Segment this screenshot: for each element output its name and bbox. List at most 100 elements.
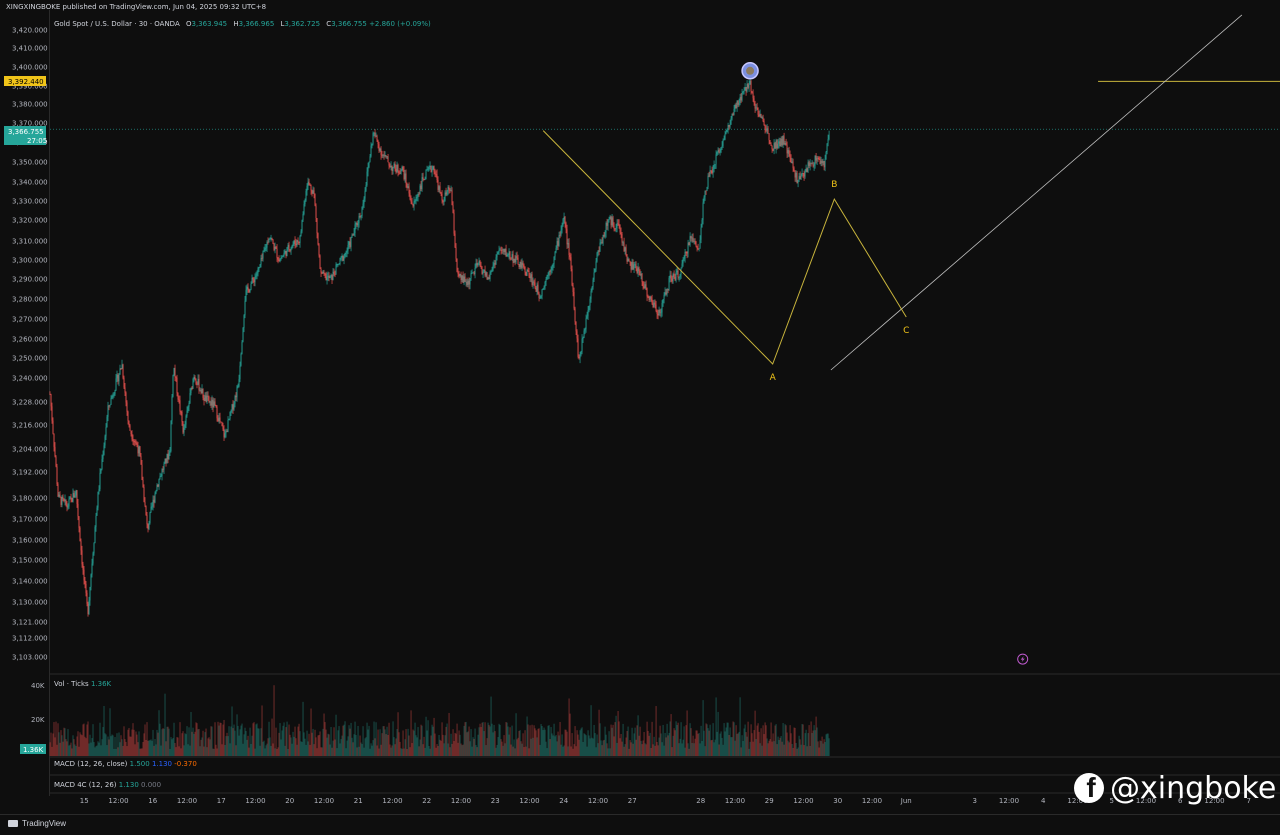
candle-body <box>367 172 368 185</box>
candle-body <box>218 418 219 421</box>
candle-body <box>564 217 565 219</box>
candle-body <box>269 239 270 243</box>
volume-bar <box>634 733 635 756</box>
candle-body <box>256 276 257 277</box>
candle-body <box>472 273 473 274</box>
candle-body <box>648 296 649 297</box>
volume-bar <box>763 725 764 756</box>
candle-body <box>541 296 542 298</box>
volume-bar <box>69 746 70 756</box>
price-axis[interactable]: 3,420.0003,410.0003,400.0003,390.0003,38… <box>12 27 48 662</box>
candle-body <box>128 412 129 421</box>
volume-bar <box>315 730 316 756</box>
candle-body <box>75 495 76 497</box>
volume-bar <box>574 744 575 756</box>
candle-body <box>148 524 149 529</box>
candle-body <box>686 252 687 253</box>
volume-bar <box>332 748 333 756</box>
volume-bar <box>290 735 291 756</box>
volume-bar <box>166 741 167 756</box>
price-chart[interactable]: 3,420.0003,410.0003,400.0003,390.0003,38… <box>0 0 1280 814</box>
candle-body <box>462 276 463 280</box>
volume-bar <box>221 723 222 756</box>
candle-body <box>764 121 765 125</box>
volume-bar <box>100 723 101 756</box>
trend-line[interactable] <box>831 15 1242 370</box>
candle-body <box>698 248 699 249</box>
volume-bar <box>130 737 131 756</box>
volume-bar <box>55 737 56 756</box>
candle-body <box>691 236 692 238</box>
y-tick-label: 3,204.000 <box>12 446 48 454</box>
candle-body <box>379 144 380 151</box>
candle-body <box>199 379 200 391</box>
candle-body <box>427 170 428 171</box>
candle-body <box>100 473 101 489</box>
candle-body <box>628 259 629 262</box>
candle-body <box>179 399 180 400</box>
volume-bar <box>459 730 460 756</box>
volume-bar <box>541 724 542 756</box>
volume-bar <box>375 738 376 756</box>
candle-body <box>131 431 132 434</box>
volume-bar <box>258 728 259 756</box>
candle-body <box>147 515 148 524</box>
volume-bar <box>521 741 522 756</box>
candle-body <box>95 527 96 543</box>
candle-body <box>411 199 412 201</box>
candle-body <box>735 105 736 109</box>
volume-bar <box>678 723 679 756</box>
candle-body <box>547 275 548 279</box>
volume-bar <box>785 724 786 756</box>
candle-body <box>539 294 540 298</box>
candle-body <box>373 133 374 143</box>
candle-body <box>657 311 658 314</box>
volume-bar <box>544 728 545 756</box>
volume-bar <box>566 730 567 756</box>
volume-bar <box>427 731 428 756</box>
candle-body <box>762 117 763 118</box>
candle-body <box>660 310 661 313</box>
candle-body <box>69 499 70 506</box>
candle-body <box>487 272 488 279</box>
volume-bar <box>677 725 678 756</box>
candle-body <box>405 173 406 179</box>
candle-body <box>794 168 795 171</box>
candle-body <box>658 314 659 315</box>
candle-body <box>312 190 313 193</box>
candle-body <box>120 368 121 374</box>
candle-body <box>324 272 325 274</box>
candle-body <box>816 156 817 161</box>
volume-bar <box>425 748 426 756</box>
volume-bar <box>421 725 422 756</box>
volume-bar <box>216 745 217 756</box>
volume-bar <box>645 743 646 756</box>
candle-body <box>304 204 305 214</box>
candle-body <box>163 469 164 470</box>
volume-bar <box>534 725 535 756</box>
candle-body <box>761 114 762 118</box>
macd4c-value-1: 1.130 <box>119 781 139 789</box>
candle-body <box>316 206 317 218</box>
volume-bar <box>71 743 72 756</box>
volume-bar <box>531 739 532 756</box>
candle-body <box>703 202 704 219</box>
abc-wave-line[interactable] <box>543 131 906 364</box>
drawings[interactable]: ABC <box>50 15 1280 664</box>
candle-body <box>265 248 266 250</box>
volume-bar <box>585 734 586 756</box>
x-tick-label: 12:00 <box>108 797 128 805</box>
candle-body <box>670 275 671 278</box>
candle-body <box>364 198 365 203</box>
candle-body <box>226 431 227 433</box>
volume-bar <box>828 734 829 756</box>
candle-body <box>753 93 754 99</box>
volume-bar <box>561 745 562 756</box>
candle-body <box>173 375 174 396</box>
volume-bar <box>748 722 749 756</box>
volume-bar <box>688 743 689 756</box>
wave-label-c: C <box>903 326 909 336</box>
candle-body <box>618 223 619 224</box>
candle-body <box>395 164 396 169</box>
tradingview-brand[interactable]: TradingView <box>8 819 66 828</box>
